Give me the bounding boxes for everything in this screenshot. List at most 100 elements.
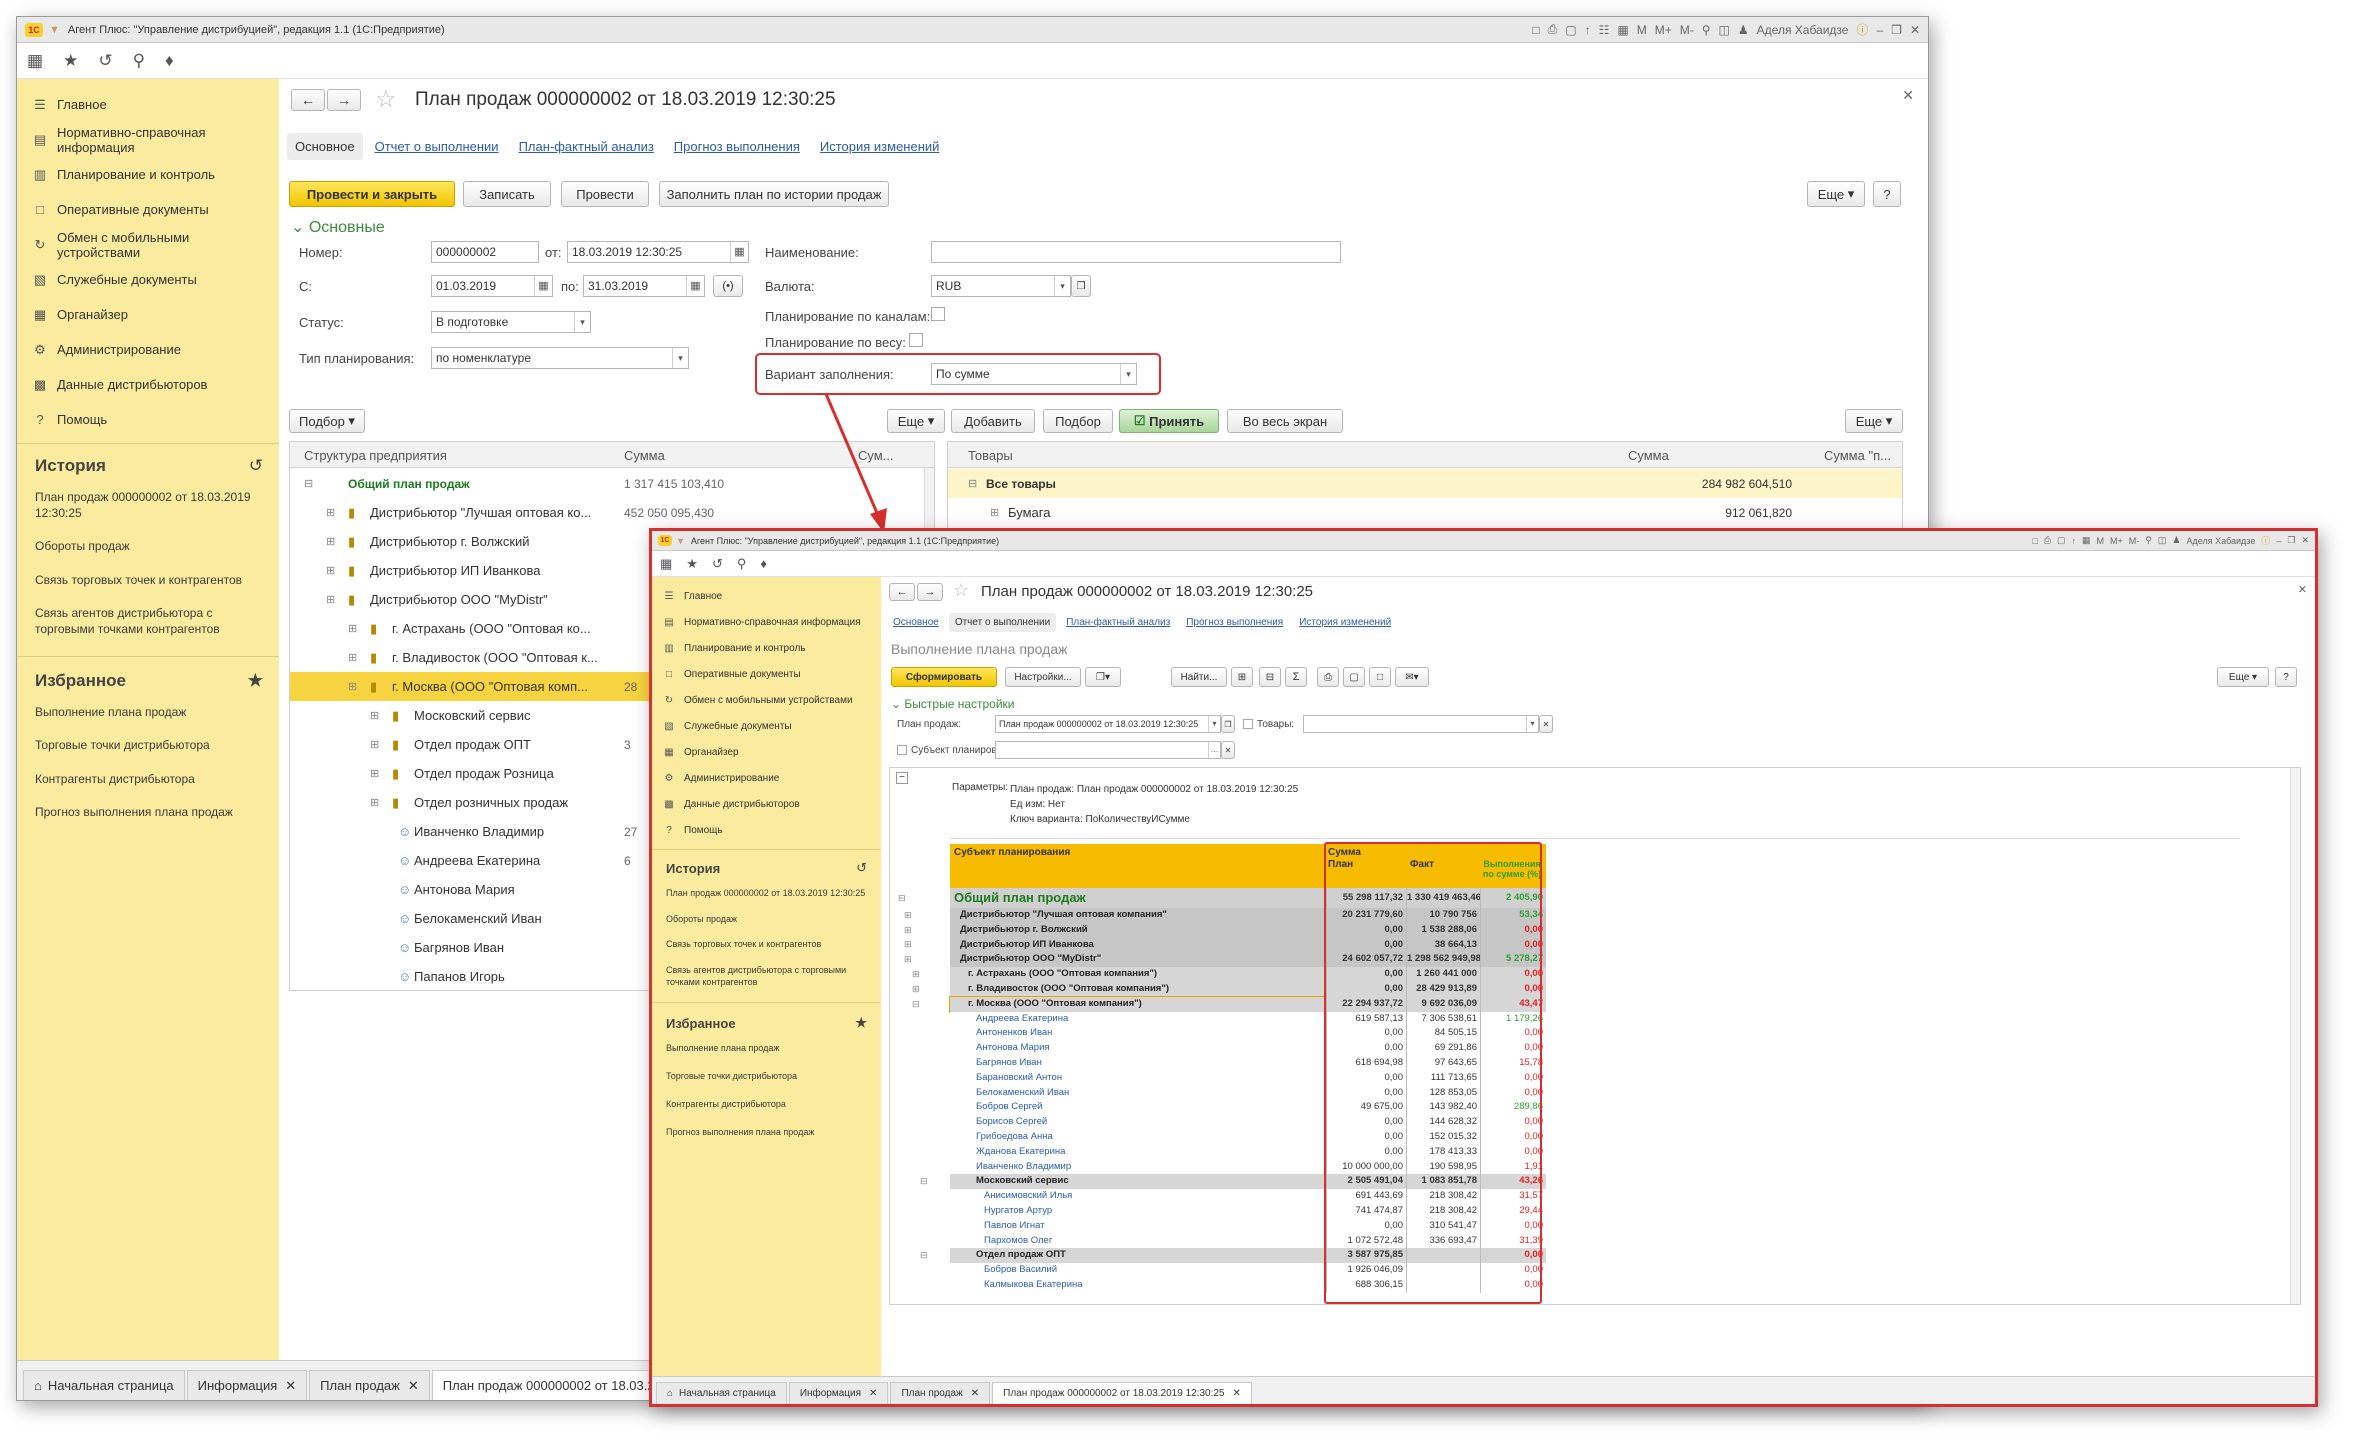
group-toggle-icon[interactable]: ⊞ — [904, 925, 912, 936]
report-row[interactable]: ⊞ Дистрибьютор "Лучшая оптовая компания" 2… — [890, 908, 2240, 923]
print-button[interactable]: ⎙ — [1317, 667, 1339, 687]
plan-select[interactable]: План продаж 000000002 от 18.03.2019 12:3… — [995, 715, 1221, 733]
group-toggle-icon[interactable]: ⊟ — [898, 893, 906, 904]
collapse-all-button[interactable]: ⊟ — [1259, 667, 1281, 687]
forward-button-2[interactable]: → — [917, 583, 943, 601]
report-row[interactable]: ⊞ Дистрибьютор ООО "MyDistr" 24 602 057,72… — [890, 952, 2240, 968]
close-icon-2[interactable]: ✕ — [2301, 535, 2309, 546]
history-item[interactable]: Обороты продаж — [666, 914, 867, 926]
close-tab-icon[interactable]: ✕ — [971, 1388, 979, 1399]
bell-icon-2[interactable]: ♦ — [760, 556, 767, 571]
report-row[interactable]: Багрянов Иван 618 694,98 97 643,65 15,78 — [890, 1056, 2240, 1071]
info-icon-2[interactable]: ⓘ — [2261, 534, 2270, 547]
restore-icon-2[interactable]: ❐ — [2287, 535, 2295, 546]
report-row[interactable]: Антонова Мария 0,00 69 291,86 0,00 — [890, 1041, 2240, 1056]
report-row[interactable]: Борисов Сергей 0,00 144 628,32 0,00 — [890, 1115, 2240, 1130]
memory-mplus-icon-2[interactable]: M+ — [2110, 536, 2123, 546]
subtab-1[interactable]: Отчет о выполнении — [948, 613, 1057, 632]
group-toggle-icon[interactable]: ⊞ — [904, 954, 912, 965]
group-toggle-icon[interactable]: ⊟ — [920, 1250, 928, 1261]
clear-goods-button[interactable]: ✕ — [1539, 715, 1553, 733]
print-icon-2[interactable]: ⎙ — [2044, 535, 2051, 546]
report-row[interactable]: Антоненков Иван 0,00 84 505,15 0,00 — [890, 1026, 2240, 1042]
quick-settings-group[interactable]: ⌄ Быстрые настройки — [891, 697, 1015, 711]
sum-button[interactable]: Σ — [1285, 667, 1307, 687]
report-row[interactable]: ⊞ Дистрибьютор ИП Иванкова 0,00 38 664,13 0,… — [890, 937, 2240, 953]
favorite-item[interactable]: Контрагенты дистрибьютора — [666, 1099, 867, 1111]
report-row[interactable]: Грибоедова Анна 0,00 152 015,32 0,00 — [890, 1130, 2240, 1145]
generate-button[interactable]: Сформировать — [891, 667, 997, 687]
chevron-down-icon[interactable]: ▾ — [1208, 716, 1220, 732]
report-row[interactable]: ⊞ г. Астрахань (ООО "Оптовая компания") 0,… — [890, 967, 2240, 982]
help-button-2[interactable]: ? — [2275, 667, 2297, 687]
report-row[interactable]: ⊟ г. Москва (ООО "Оптовая компания") 22 29… — [890, 995, 2240, 1013]
subtab-0[interactable]: Основное — [887, 613, 945, 632]
favorite-item[interactable]: Выполнение плана продаж — [666, 1043, 867, 1055]
report-row[interactable]: ⊞ Дистрибьютор г. Волжский 0,00 1 538 288,0… — [890, 922, 2240, 938]
preview-button[interactable]: ▢ — [1343, 667, 1365, 687]
sidebar-item-5[interactable]: ▧ Служебные документы — [652, 713, 881, 739]
report-row[interactable]: Иванченко Владимир 10 000 000,00 190 598,9… — [890, 1159, 2240, 1175]
bottom-tab-1[interactable]: Информация ✕ — [788, 1382, 889, 1404]
sidebar-item-9[interactable]: ? Помощь — [652, 817, 881, 843]
report-row[interactable]: Барановский Антон 0,00 111 713,65 0,00 — [890, 1070, 2240, 1086]
subtab-3[interactable]: Прогноз выполнения — [1180, 613, 1289, 632]
group-toggle-icon[interactable]: ⊞ — [904, 939, 912, 950]
group-toggle-icon[interactable]: ⊟ — [920, 1176, 928, 1187]
clear-subject-button[interactable]: ✕ — [1221, 741, 1235, 759]
report-row[interactable]: ⊞ г. Владивосток (ООО "Оптовая компания")… — [890, 982, 2240, 997]
sidebar-item-7[interactable]: ⚙ Администрирование — [652, 765, 881, 791]
minimize-icon-2[interactable]: – — [2276, 536, 2281, 546]
close-tab-icon[interactable]: ✕ — [869, 1388, 877, 1399]
report-row[interactable]: ⊟ Отдел продаж ОПТ 3 587 975,85 0,00 — [890, 1248, 2240, 1264]
report-row[interactable]: ⊟ Московский сервис 2 505 491,04 1 083 851,… — [890, 1174, 2240, 1190]
sidebar-item-6[interactable]: ▦ Органайзер — [652, 739, 881, 765]
search-icon-2[interactable]: ⚲ — [737, 556, 747, 572]
chevron-down-icon[interactable]: ▾ — [1526, 716, 1538, 732]
zoom-icon-2[interactable]: ⚲ — [2145, 535, 2152, 546]
more-button-2[interactable]: Еще ▾ — [2217, 667, 2269, 687]
close-tab-icon[interactable]: ✕ — [1232, 1388, 1240, 1399]
group-toggle-icon[interactable]: ⊞ — [912, 984, 920, 995]
save-icon-2[interactable]: □ — [2032, 536, 2037, 546]
more-dots-icon[interactable]: … — [1208, 742, 1220, 758]
settings-button[interactable]: Настройки... — [1005, 667, 1081, 687]
favorites-star-icon-2[interactable]: ★ — [855, 1015, 867, 1031]
calendar-icon-2[interactable]: ▦ — [2082, 535, 2091, 546]
panel-icon-2[interactable]: ◫ — [2158, 535, 2167, 546]
attach-icon-2[interactable]: ↑ — [2072, 536, 2077, 546]
save-report-button[interactable]: □ — [1369, 667, 1391, 687]
subject-checkbox[interactable] — [897, 745, 907, 755]
favorite-item[interactable]: Прогноз выполнения плана продаж — [666, 1127, 867, 1139]
user-name-2[interactable]: Аделя Хабаидзе — [2186, 536, 2255, 546]
find-button[interactable]: Найти... — [1171, 667, 1227, 687]
report-row[interactable]: Бобров Василий 1 926 046,09 0,00 — [890, 1263, 2240, 1278]
report-row[interactable]: Павлов Игнат 0,00 310 541,47 0,00 — [890, 1218, 2240, 1234]
subtab-4[interactable]: История изменений — [1293, 613, 1397, 632]
report-row[interactable]: Жданова Екатерина 0,00 178 413,33 0,00 — [890, 1144, 2240, 1160]
subject-field[interactable]: … — [995, 741, 1221, 759]
goods-field[interactable]: ▾ — [1303, 715, 1539, 733]
preview-icon-2[interactable]: ▢ — [2057, 535, 2066, 546]
memory-mminus-icon-2[interactable]: M- — [2129, 536, 2140, 546]
group-toggle-icon[interactable]: ⊞ — [912, 969, 920, 980]
report-row[interactable]: ⊟ Общий план продаж 55 298 117,32 1 330 419… — [890, 888, 2240, 908]
expand-all-button[interactable]: ⊞ — [1231, 667, 1253, 687]
sidebar-item-3[interactable]: □ Оперативные документы — [652, 661, 881, 687]
subtab-2[interactable]: План-фактный анализ — [1060, 613, 1176, 632]
menu-circle-icon-2[interactable]: ▼ — [676, 536, 685, 546]
collapse-params-icon[interactable]: − — [896, 772, 908, 784]
sidebar-item-2[interactable]: ▥ Планирование и контроль — [652, 635, 881, 661]
star-icon-2[interactable]: ★ — [686, 556, 698, 572]
open-plan-button[interactable]: ❐ — [1221, 715, 1235, 733]
history-icon-2[interactable]: ↺ — [712, 556, 723, 572]
bottom-tab-2[interactable]: План продаж ✕ — [890, 1382, 991, 1404]
sidebar-item-8[interactable]: ▩ Данные дистрибьюторов — [652, 791, 881, 817]
favorite-item[interactable]: Торговые точки дистрибьютора — [666, 1071, 867, 1083]
group-toggle-icon[interactable]: ⊞ — [904, 910, 912, 921]
history-clock-icon-2[interactable]: ↺ — [856, 860, 867, 876]
report-row[interactable]: Калмыкова Екатерина 688 306,15 0,00 — [890, 1278, 2240, 1293]
variant-button[interactable]: ❐ ▾ — [1085, 667, 1121, 687]
back-button-2[interactable]: ← — [889, 583, 915, 601]
bottom-tab-3[interactable]: План продаж 000000002 от 18.03.2019 12:3… — [992, 1382, 1252, 1404]
